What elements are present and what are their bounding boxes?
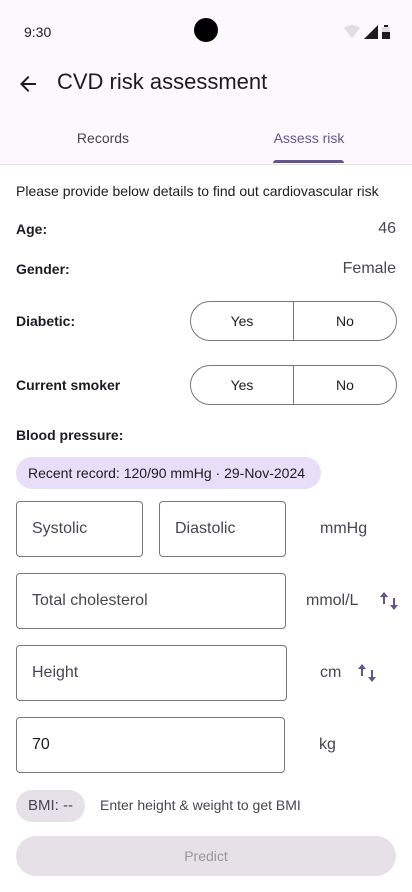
diabetic-yes-button[interactable]: Yes [191,302,293,340]
tab-assess-risk[interactable]: Assess risk [206,116,412,164]
status-time: 9:30 [24,24,52,40]
diastolic-field[interactable]: Diastolic [159,501,286,557]
diabetic-no-button[interactable]: No [293,302,396,340]
weight-unit: kg [319,736,336,753]
smoker-yes-button[interactable]: Yes [191,366,293,404]
height-unit: cm [320,664,342,681]
age-label: Age: [16,221,48,237]
intro-text: Please provide below details to find out… [16,183,379,199]
diabetic-toggle: Yes No [190,301,397,341]
weight-field[interactable]: 70 [16,717,285,773]
blood-pressure-label: Blood pressure: [16,427,124,443]
system-icons [344,25,390,39]
tab-records[interactable]: Records [0,116,206,164]
height-field[interactable]: Height [16,645,287,701]
tab-bar: Records Assess risk [0,116,412,165]
smoker-no-button[interactable]: No [293,366,396,404]
swap-units-icon[interactable] [379,590,399,612]
cholesterol-unit: mmol/L [306,592,359,609]
cholesterol-field[interactable]: Total cholesterol [16,573,286,629]
status-bar: 9:30 [0,0,412,52]
smoker-toggle: Yes No [190,365,397,405]
gender-value: Female [342,260,396,277]
wifi-icon [344,25,360,38]
gender-label: Gender: [16,261,70,277]
battery-icon [382,25,390,39]
bp-unit: mmHg [320,520,368,537]
predict-button[interactable]: Predict [16,836,396,876]
page-title: CVD risk assessment [57,69,268,94]
bmi-chip: BMI: -- [16,790,85,822]
camera-cutout [194,18,218,42]
recent-record-chip[interactable]: Recent record: 120/90 mmHg · 29-Nov-2024 [16,457,322,489]
bmi-hint: Enter height & weight to get BMI [100,797,301,813]
swap-units-icon[interactable] [357,662,377,684]
age-value: 46 [378,220,396,237]
diabetic-label: Diabetic: [16,313,76,329]
signal-icon [364,25,378,39]
systolic-field[interactable]: Systolic [16,501,143,557]
smoker-label: Current smoker [16,377,121,393]
back-arrow-icon[interactable] [16,72,40,96]
tab-indicator [273,160,344,163]
